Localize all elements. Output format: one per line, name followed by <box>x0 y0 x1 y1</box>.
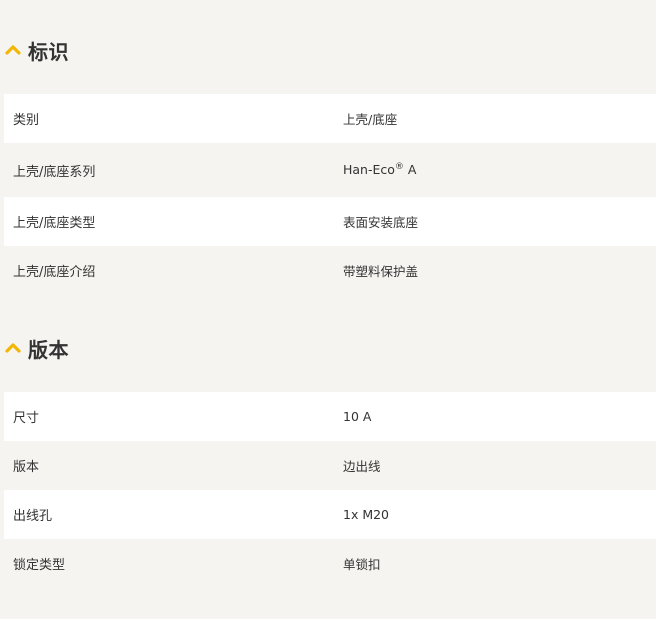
section-identification: 标识 类别 上壳/底座 上壳/底座系列 Han-Eco® A 上壳/底座类型 表… <box>0 27 656 295</box>
row-value: Han-Eco® A <box>334 162 416 177</box>
chevron-up-icon <box>5 45 21 55</box>
row-value-text: Han-Eco <box>343 162 395 178</box>
row-key: 尺寸 <box>13 411 40 426</box>
row-key: 类别 <box>13 113 40 128</box>
row-value: 边出线 <box>343 459 381 474</box>
row-value: 10 A <box>343 409 372 424</box>
row-value: 上壳/底座 <box>343 112 398 127</box>
row-value-suffix: A <box>403 162 417 178</box>
row-value: 表面安装底座 <box>343 215 419 230</box>
row-key: 上壳/底座介绍 <box>13 265 96 280</box>
row-value: 1x M20 <box>343 507 390 522</box>
section-title: 版本 <box>28 337 69 362</box>
section-header-identification[interactable]: 标识 <box>0 27 656 73</box>
section-title: 标识 <box>28 39 69 64</box>
table-row: 锁定类型 单锁扣 <box>4 539 656 588</box>
row-value: 带塑料保护盖 <box>343 264 419 279</box>
section-version: 版本 尺寸 10 A 版本 边出线 出线孔 1x M20 锁定类型 单锁扣 <box>0 325 656 588</box>
spec-table: 尺寸 10 A 版本 边出线 出线孔 1x M20 锁定类型 单锁扣 <box>4 392 656 588</box>
row-key: 上壳/底座系列 <box>13 164 96 180</box>
table-row: 上壳/底座系列 Han-Eco® A <box>4 143 656 197</box>
table-row: 出线孔 1x M20 <box>4 490 656 539</box>
spec-table: 类别 上壳/底座 上壳/底座系列 Han-Eco® A 上壳/底座类型 表面安装… <box>4 94 656 295</box>
registered-mark: ® <box>394 162 404 173</box>
section-header-version[interactable]: 版本 <box>0 325 656 371</box>
row-key: 出线孔 <box>13 509 53 524</box>
table-row: 上壳/底座介绍 带塑料保护盖 <box>4 246 656 295</box>
row-value: 单锁扣 <box>343 557 381 572</box>
table-row: 上壳/底座类型 表面安装底座 <box>4 197 656 246</box>
chevron-up-icon <box>5 343 21 353</box>
table-row: 尺寸 10 A <box>4 392 656 441</box>
row-key: 版本 <box>13 460 40 475</box>
row-key: 上壳/底座类型 <box>13 216 96 231</box>
table-row: 类别 上壳/底座 <box>4 94 656 143</box>
row-key: 锁定类型 <box>13 558 66 573</box>
table-row: 版本 边出线 <box>4 441 656 490</box>
